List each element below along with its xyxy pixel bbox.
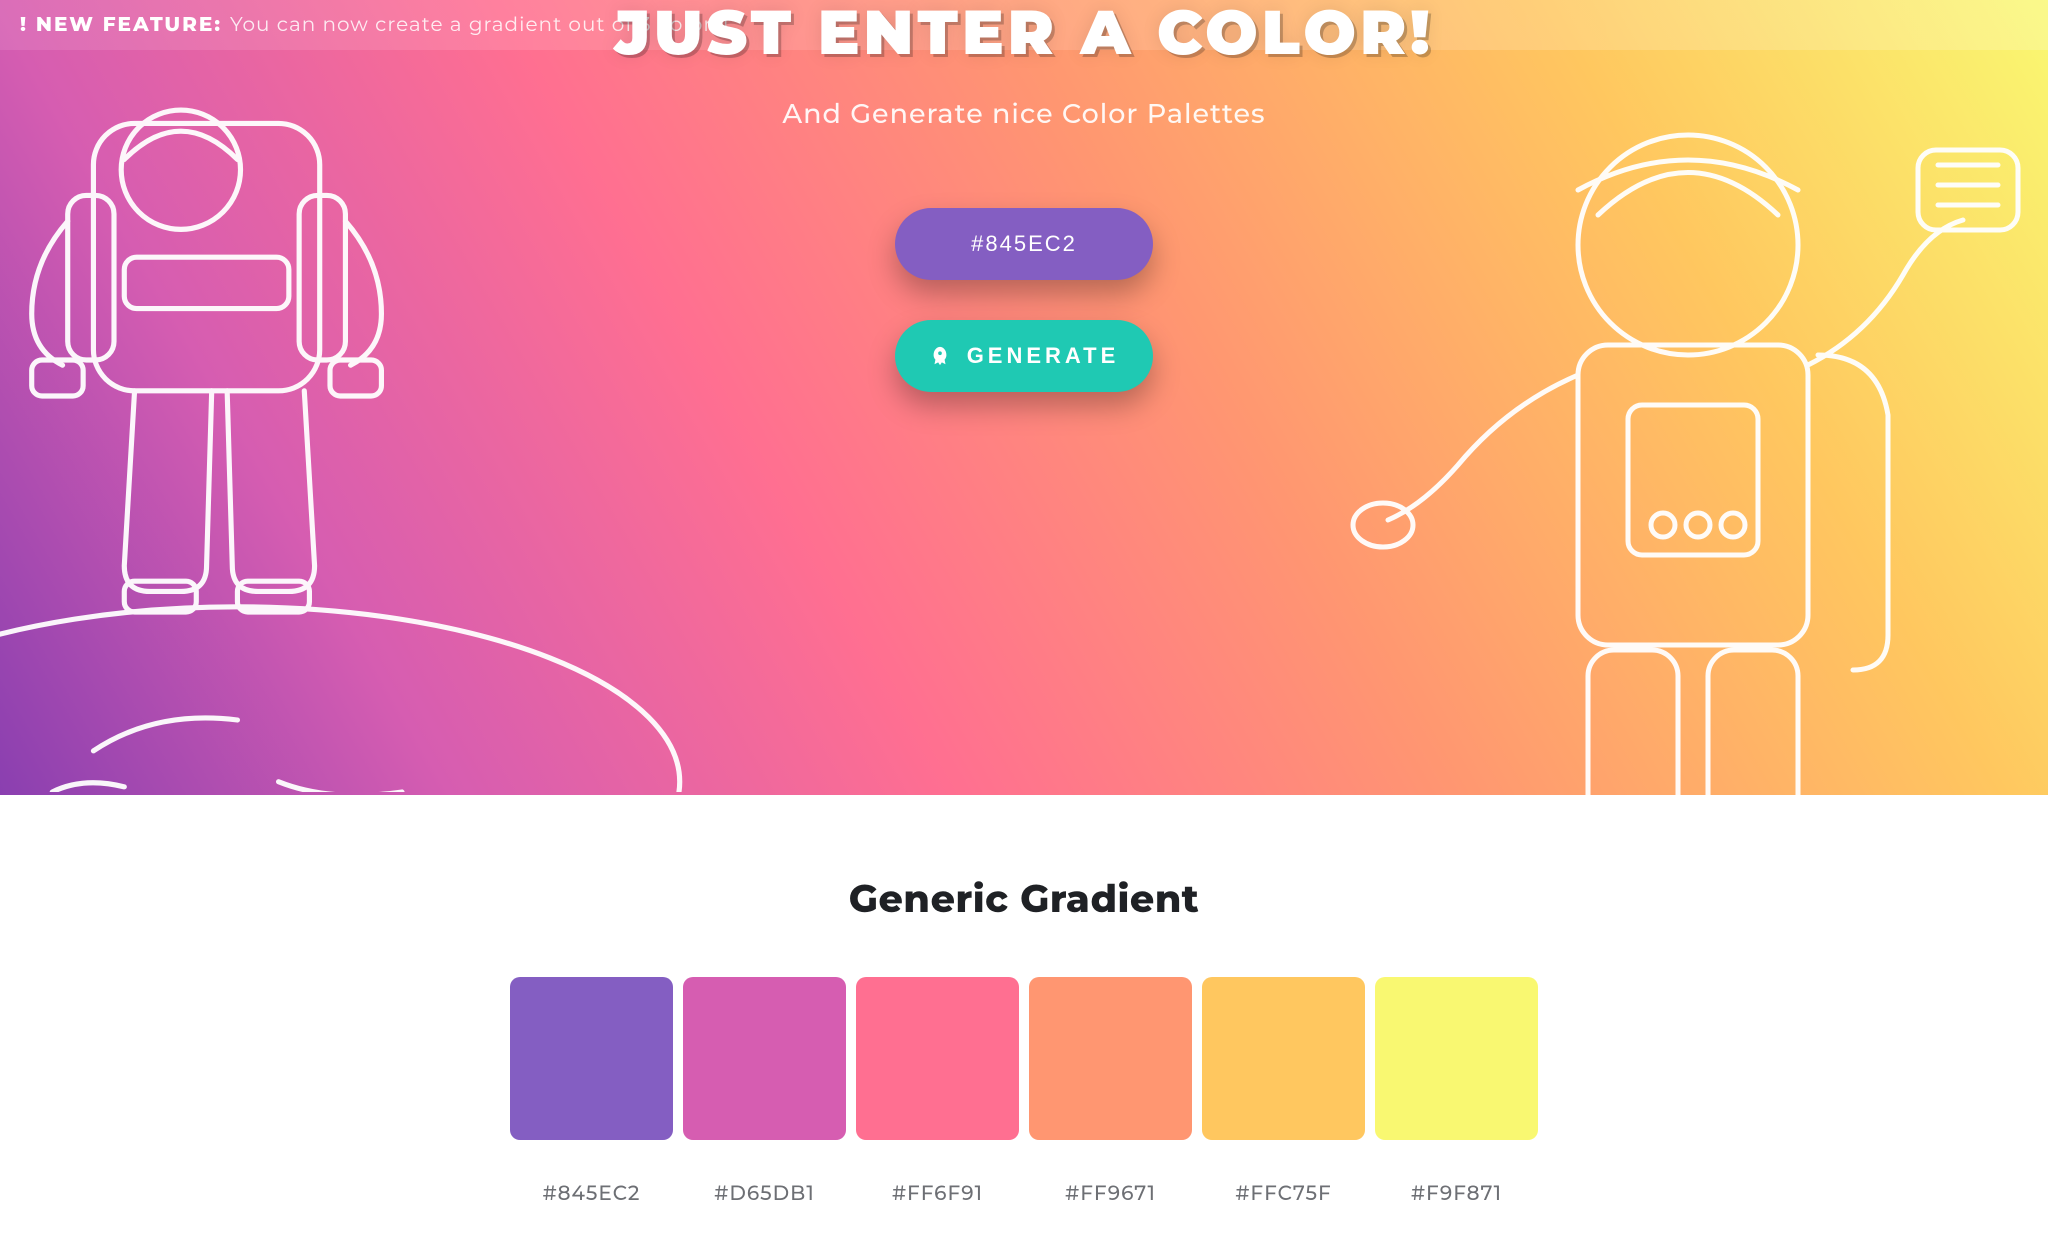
hero-subtitle: And Generate nice Color Palettes [0, 97, 2048, 130]
swatch-label-4: #FFC75F [1202, 1182, 1365, 1206]
generate-button-label: GENERATE [967, 343, 1120, 369]
swatch-label-0: #845EC2 [510, 1182, 673, 1206]
color-input[interactable] [895, 208, 1153, 280]
palette-labels: #845EC2 #D65DB1 #FF6F91 #FF9671 #FFC75F … [0, 1182, 2048, 1206]
palette-section: Generic Gradient #845EC2 #D65DB1 #FF6F91… [0, 795, 2048, 1206]
rocket-icon [929, 345, 951, 367]
swatch-4[interactable] [1202, 977, 1365, 1140]
swatch-0[interactable] [510, 977, 673, 1140]
generate-button[interactable]: GENERATE [895, 320, 1153, 392]
swatch-2[interactable] [856, 977, 1019, 1140]
swatch-label-2: #FF6F91 [856, 1182, 1019, 1206]
swatch-5[interactable] [1375, 977, 1538, 1140]
palette-swatches [0, 977, 2048, 1140]
swatch-label-3: #FF9671 [1029, 1182, 1192, 1206]
swatch-3[interactable] [1029, 977, 1192, 1140]
swatch-label-5: #F9F871 [1375, 1182, 1538, 1206]
swatch-label-1: #D65DB1 [683, 1182, 846, 1206]
palette-section-title: Generic Gradient [0, 875, 2048, 922]
swatch-1[interactable] [683, 977, 846, 1140]
hero-banner: ! NEW FEATURE: You can now create a grad… [0, 0, 2048, 795]
hero-title: JUST ENTER A COLOR! [0, 0, 2048, 65]
